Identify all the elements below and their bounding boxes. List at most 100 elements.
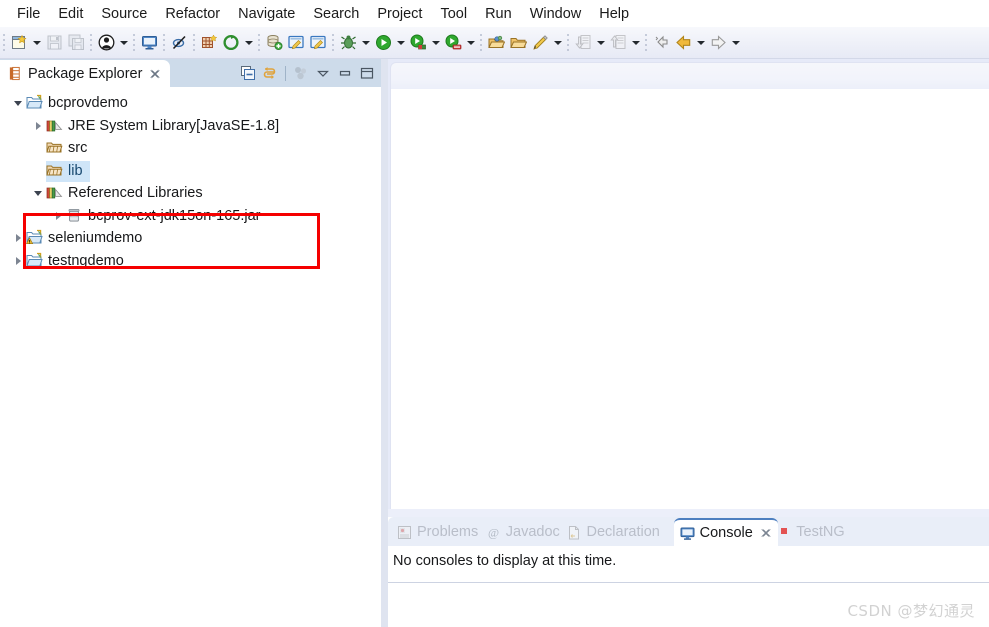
user-profile-icon[interactable] <box>95 32 117 54</box>
close-icon[interactable] <box>149 68 161 80</box>
tree-item-suffix: [JavaSE-1.8] <box>196 117 280 134</box>
tree-item-testngdemo[interactable]: testngdemo <box>0 250 381 273</box>
editor-empty-surface[interactable] <box>390 89 989 509</box>
menu-item-run[interactable]: Run <box>476 3 521 25</box>
new-class-icon[interactable] <box>220 32 242 54</box>
chevron-down-icon[interactable] <box>242 32 255 54</box>
tree-item-lib[interactable]: lib <box>0 160 381 183</box>
skip-breakpoints-icon[interactable] <box>168 32 190 54</box>
eclipse-window: File Edit Source Refactor Navigate Search Proj… <box>0 0 989 627</box>
open-console-icon[interactable] <box>138 32 160 54</box>
tree-item-label: src <box>68 140 88 157</box>
chevron-down-icon[interactable] <box>30 32 43 54</box>
toolbar-grip[interactable] <box>564 32 572 54</box>
java-project-icon <box>26 94 44 112</box>
new-wizard-icon[interactable] <box>8 32 30 54</box>
menu-item-source[interactable]: Source <box>92 3 156 25</box>
chevron-down-icon[interactable] <box>729 32 742 54</box>
vertical-splitter[interactable] <box>381 59 388 627</box>
forward-arrow-icon[interactable] <box>707 32 729 54</box>
new-java-package-icon[interactable] <box>198 32 220 54</box>
menu-item-refactor[interactable]: Refactor <box>156 3 229 25</box>
toolbar-grip[interactable] <box>329 32 337 54</box>
menu-item-search[interactable]: Search <box>304 3 368 25</box>
package-explorer-tree-body[interactable]: bcprovdemo JRE System Library [JavaSE-1.8… <box>0 87 381 627</box>
open-type-icon[interactable] <box>485 32 507 54</box>
edit-entry-icon[interactable] <box>285 32 307 54</box>
back-history-icon[interactable] <box>650 32 672 54</box>
coverage-icon[interactable] <box>407 32 429 54</box>
run-icon[interactable] <box>372 32 394 54</box>
editor-tab-band <box>390 62 989 89</box>
toolbar-grip[interactable] <box>477 32 485 54</box>
edit-entry2-icon[interactable] <box>307 32 329 54</box>
tree-item-bcprov-ext-jdk15on-165-jar[interactable]: 010 bcprov-ext-jdk15on-165.jar <box>0 205 381 228</box>
chevron-down-icon[interactable] <box>10 92 26 114</box>
view-chevron-icon[interactable] <box>313 63 333 83</box>
close-icon[interactable] <box>760 527 772 539</box>
menu-item-window[interactable]: Window <box>521 3 591 25</box>
chevron-right-icon[interactable] <box>30 115 46 137</box>
svg-text:010: 010 <box>71 213 77 217</box>
chevron-down-icon[interactable] <box>629 32 642 54</box>
tree-item-label: testngdemo <box>48 252 124 269</box>
back-arrow-icon[interactable] <box>672 32 694 54</box>
menu-item-file[interactable]: File <box>8 3 49 25</box>
menu-item-tool[interactable]: Tool <box>431 3 476 25</box>
chevron-right-icon[interactable] <box>10 250 26 272</box>
pencil-icon[interactable] <box>529 32 551 54</box>
tab-package-explorer[interactable]: Package Explorer <box>0 60 171 87</box>
toolbar-grip[interactable] <box>130 32 138 54</box>
tree-item-bcprovdemo[interactable]: bcprovdemo <box>0 92 381 115</box>
toolbar-grip[interactable] <box>190 32 198 54</box>
tree-item-jre-system-library[interactable]: JRE System Library [JavaSE-1.8] <box>0 115 381 138</box>
menu-item-navigate[interactable]: Navigate <box>229 3 304 25</box>
link-with-editor-icon[interactable] <box>260 63 280 83</box>
database-add-icon[interactable] <box>263 32 285 54</box>
tree-item-seleniumdemo[interactable]: seleniumdemo <box>0 227 381 250</box>
chevron-down-icon[interactable] <box>359 32 372 54</box>
toolbar-grip[interactable] <box>87 32 95 54</box>
tab-problems[interactable]: Problems <box>391 518 484 546</box>
minimize-icon[interactable] <box>335 63 355 83</box>
tree-item-src[interactable]: src <box>0 137 381 160</box>
chevron-right-icon[interactable] <box>10 227 26 249</box>
chevron-down-icon[interactable] <box>694 32 707 54</box>
tab-declaration[interactable]: Declaration <box>561 518 666 546</box>
chevron-down-icon[interactable] <box>464 32 477 54</box>
chevron-down-icon[interactable] <box>30 182 46 204</box>
menu-item-help[interactable]: Help <box>590 3 638 25</box>
tab-testng[interactable]: TestNG <box>774 518 850 546</box>
open-folder-icon[interactable] <box>507 32 529 54</box>
debug-icon[interactable] <box>337 32 359 54</box>
previous-annotation-icon[interactable] <box>607 32 629 54</box>
view-menu-icon[interactable] <box>291 63 311 83</box>
toolbar-grip[interactable] <box>255 32 263 54</box>
chevron-down-icon[interactable] <box>394 32 407 54</box>
collapse-all-icon[interactable] <box>238 63 258 83</box>
menu-item-project[interactable]: Project <box>368 3 431 25</box>
console-icon <box>680 526 695 541</box>
tab-console[interactable]: Console <box>673 518 778 546</box>
tab-label: Declaration <box>586 524 660 540</box>
save-all-icon[interactable] <box>65 32 87 54</box>
next-annotation-icon[interactable] <box>572 32 594 54</box>
java-project-warning-icon <box>26 229 44 247</box>
toolbar-grip[interactable] <box>642 32 650 54</box>
profile-icon[interactable] <box>442 32 464 54</box>
tab-javadoc[interactable]: @ Javadoc <box>480 518 566 546</box>
chevron-right-icon[interactable] <box>50 205 66 227</box>
toolbar-grip[interactable] <box>0 32 8 54</box>
chevron-down-icon[interactable] <box>429 32 442 54</box>
chevron-down-icon[interactable] <box>594 32 607 54</box>
tree-item-label: bcprovdemo <box>48 95 128 112</box>
chevron-down-icon[interactable] <box>117 32 130 54</box>
tree-item-label: JRE System Library <box>68 117 197 134</box>
save-icon[interactable] <box>43 32 65 54</box>
menu-item-edit[interactable]: Edit <box>49 3 92 25</box>
tree-item-referenced-libraries[interactable]: Referenced Libraries <box>0 182 381 205</box>
horizontal-splitter[interactable] <box>388 509 989 517</box>
maximize-icon[interactable] <box>357 63 377 83</box>
chevron-down-icon[interactable] <box>551 32 564 54</box>
toolbar-grip[interactable] <box>160 32 168 54</box>
